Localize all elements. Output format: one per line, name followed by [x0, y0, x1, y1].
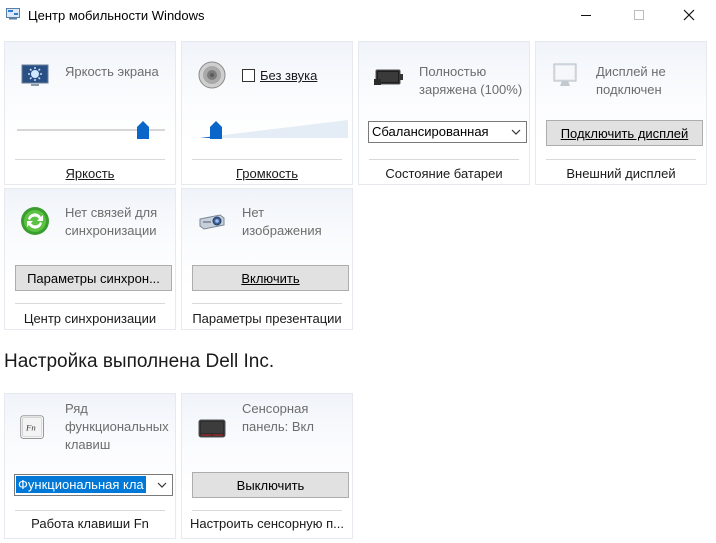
presentation-enable-button[interactable]: Включить — [192, 265, 349, 291]
brightness-tile: Яркость экрана Яркость — [4, 41, 176, 185]
fn-keys-tile: Fn Ряд функциональных клавиш Функциональ… — [4, 393, 176, 539]
chevron-down-icon — [157, 482, 167, 488]
presentation-enable-button-label: Включить — [241, 270, 300, 286]
external-display-label: Дисплей не подключен — [596, 64, 666, 97]
touchpad-footer-link[interactable]: Настроить сенсорную п... — [182, 516, 352, 531]
presentation-footer-link[interactable]: Параметры презентации — [182, 311, 352, 326]
monitor-icon — [553, 63, 577, 86]
brightness-footer-link[interactable]: Яркость — [5, 166, 175, 181]
mute-checkbox-row[interactable]: Без звука — [242, 68, 317, 83]
vendor-section-title: Настройка выполнена Dell Inc. — [4, 351, 275, 372]
volume-slider[interactable] — [200, 120, 348, 140]
title-bar: Центр мобильности Windows — [0, 0, 716, 32]
sync-tile: Нет связей для синхронизации Параметры с… — [4, 188, 176, 330]
fn-key-icon-text: Fn — [25, 423, 36, 433]
mobility-center-icon — [6, 8, 20, 20]
sync-footer-link[interactable]: Центр синхронизации — [5, 311, 175, 326]
connect-display-button[interactable]: Подключить дисплей — [546, 120, 703, 146]
volume-slider-thumb[interactable] — [210, 120, 222, 140]
external-display-footer-link[interactable]: Внешний дисплей — [536, 166, 706, 181]
battery-tile: Полностью заряжена (100%) Сбалансированн… — [358, 41, 530, 185]
chevron-down-icon — [511, 129, 521, 135]
touchpad-tile: Сенсорная панель: Вкл Выключить Настроит… — [181, 393, 353, 539]
display-brightness-icon — [21, 64, 49, 86]
brightness-slider-thumb[interactable] — [137, 120, 149, 140]
fn-keys-footer-link[interactable]: Работа клавиши Fn — [5, 516, 175, 531]
external-display-tile: Дисплей не подключен Подключить дисплей … — [535, 41, 707, 185]
sync-label: Нет связей для синхронизации — [65, 205, 158, 238]
brightness-label: Яркость экрана — [65, 64, 159, 79]
touchpad-icon — [198, 419, 226, 438]
maximize-icon — [634, 10, 644, 20]
speaker-icon — [198, 61, 226, 89]
volume-tile: Без звука Громкость — [181, 41, 353, 185]
touchpad-disable-button[interactable]: Выключить — [192, 472, 349, 498]
fn-keys-label: Ряд функциональных клавиш — [65, 401, 169, 452]
sync-settings-button-label: Параметры синхрон... — [27, 270, 160, 286]
touchpad-label: Сенсорная панель: Вкл — [242, 401, 314, 434]
connect-display-button-label: Подключить дисплей — [560, 125, 689, 141]
power-plan-select[interactable]: Сбалансированная — [368, 121, 527, 143]
battery-label: Полностью заряжена (100%) — [419, 64, 523, 97]
presentation-tile: Нет изображения Включить Параметры презе… — [181, 188, 353, 330]
minimize-button[interactable] — [563, 0, 609, 30]
fn-mode-select[interactable]: Функциональная кла — [14, 474, 173, 496]
battery-footer-link[interactable]: Состояние батареи — [359, 166, 529, 181]
close-button[interactable] — [666, 0, 712, 30]
maximize-button[interactable] — [616, 0, 662, 30]
window-title: Центр мобильности Windows — [28, 8, 205, 23]
mute-checkbox[interactable] — [242, 69, 255, 82]
mute-label: Без звука — [260, 68, 318, 83]
sync-icon — [21, 207, 49, 235]
minimize-icon — [581, 15, 591, 16]
volume-footer-link[interactable]: Громкость — [182, 166, 352, 181]
fn-key-icon: Fn — [20, 415, 44, 439]
close-icon — [683, 9, 695, 21]
brightness-slider[interactable] — [17, 120, 165, 140]
fn-mode-value: Функциональная кла — [16, 476, 146, 493]
projector-icon — [199, 214, 225, 230]
battery-icon — [374, 69, 403, 85]
power-plan-value: Сбалансированная — [372, 124, 489, 139]
presentation-label: Нет изображения — [242, 205, 322, 238]
sync-settings-button[interactable]: Параметры синхрон... — [15, 265, 172, 291]
touchpad-disable-button-label: Выключить — [236, 477, 305, 493]
